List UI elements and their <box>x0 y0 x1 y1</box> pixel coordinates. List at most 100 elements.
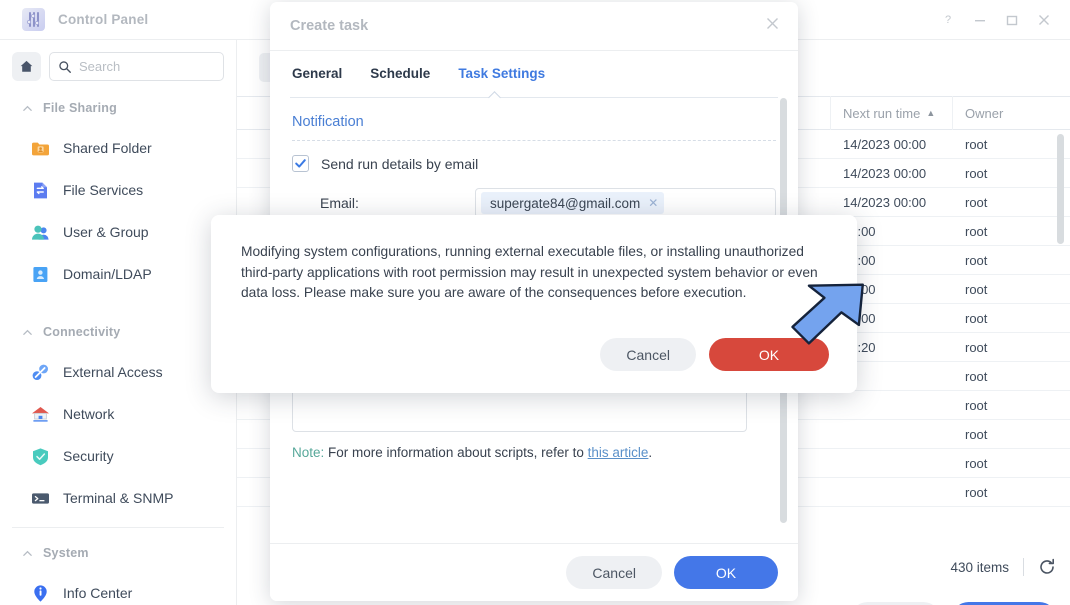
table-cell-next-run-time: 14/2023 00:00 <box>843 165 927 181</box>
warning-dialog: Modifying system configurations, running… <box>211 215 857 393</box>
statusbar-divider <box>1023 558 1024 576</box>
section-divider <box>292 140 776 141</box>
table-cell-owner: root <box>965 484 988 500</box>
sidebar-item-label: Security <box>63 448 114 464</box>
table-cell-owner: root <box>965 252 988 268</box>
security-shield-icon <box>30 446 51 467</box>
this-article-link[interactable]: this article <box>588 445 649 460</box>
close-button[interactable] <box>1028 0 1060 40</box>
email-label: Email: <box>320 195 359 211</box>
chevron-up-icon <box>23 105 32 111</box>
sidebar-group-label: System <box>43 546 89 560</box>
sidebar-item-domain-ldap[interactable]: Domain/LDAP <box>0 253 236 295</box>
sidebar-item-shared-folder[interactable]: Shared Folder <box>0 127 236 169</box>
external-access-icon <box>30 362 51 383</box>
chevron-up-icon <box>23 329 32 335</box>
sidebar-item-label: File Services <box>63 182 144 198</box>
refresh-icon[interactable] <box>1038 558 1056 576</box>
sidebar-item-label: Info Center <box>63 585 133 601</box>
notification-section-title: Notification <box>292 114 364 130</box>
sidebar-item-terminal-snmp[interactable]: Terminal & SNMP <box>0 477 236 519</box>
sidebar-group-system[interactable]: System <box>0 534 236 572</box>
dialog-header: Create task <box>270 2 798 51</box>
table-cell-owner: root <box>965 397 988 413</box>
maximize-button[interactable] <box>996 0 1028 40</box>
tab-task-settings[interactable]: Task Settings <box>458 66 545 83</box>
table-cell-next-run-time: 14/2023 00:00 <box>843 194 927 210</box>
table-cell-owner: root <box>965 223 988 239</box>
domain-ldap-icon <box>30 264 51 285</box>
search-placeholder: Search <box>79 59 121 74</box>
table-cell-owner: root <box>965 310 988 326</box>
table-cell-next-run-time: 14/2023 00:00 <box>843 136 927 152</box>
send-email-checkbox-row[interactable]: Send run details by email <box>292 155 776 172</box>
sidebar-item-label: User & Group <box>63 224 149 240</box>
table-cell-owner: root <box>965 455 988 471</box>
dialog-body: Notification Send run details by email E… <box>270 98 798 218</box>
table-header-cell-label: Next run time <box>843 105 921 121</box>
close-icon[interactable] <box>765 16 780 36</box>
search-input[interactable]: Search <box>49 52 224 81</box>
email-input[interactable]: supergate84@gmail.com ✕ <box>475 188 776 218</box>
warning-message: Modifying system configurations, running… <box>241 244 818 300</box>
sidebar-search-row: Search <box>0 40 236 81</box>
sidebar-item-external-access[interactable]: External Access <box>0 351 236 393</box>
home-icon <box>20 60 33 72</box>
sidebar-item-network[interactable]: Network <box>0 393 236 435</box>
control-panel-icon <box>22 8 45 31</box>
sidebar-item-info-center[interactable]: Info Center <box>0 572 236 605</box>
checkmark-icon <box>295 159 306 168</box>
sidebar-group-file-sharing[interactable]: File Sharing <box>0 89 236 127</box>
network-icon <box>30 404 51 425</box>
sidebar-group-connectivity[interactable]: Connectivity <box>0 313 236 351</box>
control-panel-window: Control Panel ? Search File Sharing Shar… <box>0 0 1070 605</box>
search-icon <box>59 60 71 73</box>
dialog-title: Create task <box>290 18 369 34</box>
warning-cancel-button[interactable]: Cancel <box>600 338 696 371</box>
sidebar-item-label: External Access <box>63 364 163 380</box>
email-chip-label: supergate84@gmail.com <box>490 195 641 211</box>
sidebar-item-label: Domain/LDAP <box>63 266 152 282</box>
tab-schedule[interactable]: Schedule <box>370 66 430 83</box>
table-cell-owner: root <box>965 281 988 297</box>
table-vertical-scrollbar[interactable] <box>1057 134 1064 244</box>
minimize-button[interactable] <box>964 0 996 40</box>
sidebar-group-label: Connectivity <box>43 325 121 339</box>
pointer-arrow-icon <box>782 272 864 377</box>
terminal-icon <box>30 488 51 509</box>
table-cell-owner: root <box>965 136 988 152</box>
email-row: Email: supergate84@gmail.com ✕ <box>292 188 776 218</box>
window-controls: ? <box>932 0 1070 40</box>
sidebar-divider <box>12 527 224 528</box>
dialog-ok-button[interactable]: OK <box>674 556 778 589</box>
note-text: For more information about scripts, refe… <box>324 445 588 460</box>
tab-general[interactable]: General <box>292 66 342 83</box>
email-chip[interactable]: supergate84@gmail.com ✕ <box>481 192 665 214</box>
sidebar-item-security[interactable]: Security <box>0 435 236 477</box>
chevron-up-icon <box>23 550 32 556</box>
sidebar-item-label: Terminal & SNMP <box>63 490 174 506</box>
send-email-checkbox[interactable] <box>292 155 309 172</box>
dialog-footer: Cancel OK <box>270 543 798 601</box>
items-count: 430 items <box>950 559 1009 575</box>
sidebar-item-label: Shared Folder <box>63 140 152 156</box>
note-prefix: Note: <box>292 445 325 460</box>
table-cell-owner: root <box>965 368 988 384</box>
window-title: Control Panel <box>58 12 149 27</box>
table-header-owner[interactable]: Owner <box>953 96 1070 130</box>
sort-ascending-icon: ▲ <box>926 108 936 118</box>
home-button[interactable] <box>12 52 41 81</box>
sidebar-group-label: File Sharing <box>43 101 117 115</box>
table-cell-owner: root <box>965 339 988 355</box>
dialog-cancel-button[interactable]: Cancel <box>566 556 662 589</box>
sidebar-item-file-services[interactable]: File Services <box>0 169 236 211</box>
note-suffix: . <box>648 445 653 460</box>
table-header-next-run-time[interactable]: Next run time ▲ <box>831 96 953 130</box>
sidebar-item-user-group[interactable]: User & Group <box>0 211 236 253</box>
svg-text:?: ? <box>945 14 951 26</box>
table-cell-owner: root <box>965 426 988 442</box>
info-center-icon <box>30 583 51 604</box>
chip-remove-icon[interactable]: ✕ <box>648 196 658 210</box>
help-button[interactable]: ? <box>932 0 964 40</box>
file-services-icon <box>30 180 51 201</box>
